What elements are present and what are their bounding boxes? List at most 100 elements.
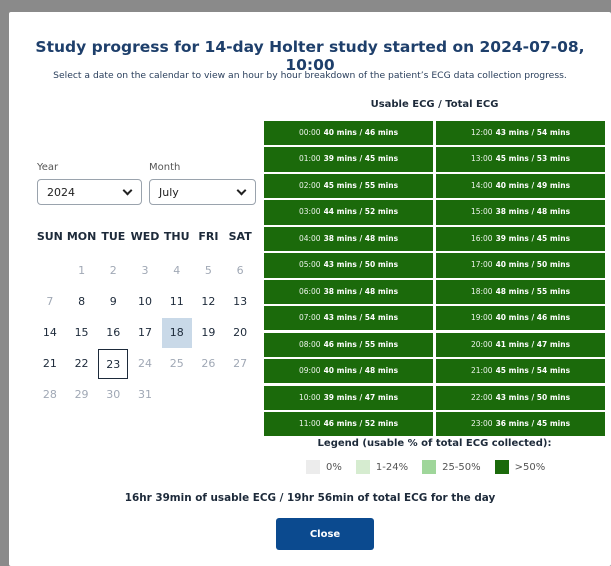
daily-summary: 16hr 39min of usable ECG / 19hr 56min of… [124,492,496,504]
hour-value: 39 mins / 45 mins [495,233,571,243]
chevron-down-icon [122,185,133,196]
weekday-label: FRI [198,230,219,243]
calendar-day[interactable]: 15 [67,318,97,348]
weekday-label: SAT [228,230,252,243]
hour-cell: 13:00 45 mins / 53 mins [436,147,605,172]
hourly-grid-title: Usable ECG / Total ECG [370,99,499,110]
hour-cell: 11:00 46 mins / 52 mins [264,412,433,437]
hour-label: 11:00 [298,419,321,429]
legend-swatch [355,460,370,474]
calendar-day: 27 [233,357,248,370]
hour-cell: 07:00 43 mins / 54 mins [264,306,433,331]
calendar-day: 29 [74,388,89,401]
hour-cell: 05:00 43 mins / 50 mins [264,253,433,278]
calendar-day[interactable]: 8 [67,287,97,317]
hour-value: 36 mins / 45 mins [495,419,571,429]
month-select[interactable]: July [149,179,256,205]
hour-value: 40 mins / 50 mins [495,260,571,270]
hour-value: 41 mins / 47 mins [495,339,571,349]
calendar-day: 31 [138,388,152,401]
hour-cell: 04:00 38 mins / 48 mins [264,226,433,252]
calendar-day[interactable]: 9 [98,287,128,317]
hour-value: 39 mins / 47 mins [323,392,399,402]
legend-swatch [494,460,509,474]
year-label: Year [37,162,59,173]
close-button[interactable]: Close [276,518,374,550]
calendar-day[interactable]: 19 [193,318,223,348]
weekday-label: THU [163,230,190,243]
hour-cell: 15:00 38 mins / 48 mins [436,200,605,225]
calendar-day: 5 [204,264,212,277]
hour-cell: 06:00 38 mins / 48 mins [264,279,433,304]
chevron-down-icon [236,185,247,196]
hour-label: 02:00 [298,180,321,190]
hour-value: 44 mins / 52 mins [323,207,399,217]
hour-value: 43 mins / 54 mins [495,128,571,137]
hour-value: 43 mins / 54 mins [323,313,399,323]
calendar-day: 30 [106,388,121,401]
calendar-day[interactable]: 20 [225,318,255,348]
calendar-day[interactable]: 21 [35,349,65,379]
calendar-day: 6 [236,264,244,277]
hour-label: 05:00 [298,260,321,270]
legend-swatch [422,460,437,474]
calendar-day[interactable]: 10 [130,287,160,317]
hour-cell: 17:00 40 mins / 50 mins [436,253,605,278]
calendar-day: 7 [46,295,54,308]
legend-label: >50% [514,461,546,473]
hour-label: 15:00 [470,207,493,217]
calendar-day[interactable]: 17 [130,318,160,348]
calendar-day: 4 [173,264,181,277]
hour-label: 23:00 [470,419,493,429]
hour-value: 38 mins / 48 mins [495,207,571,217]
legend-label: 0% [326,461,342,473]
hour-label: 17:00 [470,260,493,270]
legend-swatch [306,460,320,474]
hour-cell: 23:00 36 mins / 45 mins [436,412,605,437]
hour-label: 22:00 [470,392,493,402]
hour-cell: 22:00 43 mins / 50 mins [436,385,605,410]
modal-subtitle: Select a date on the calendar to view an… [53,70,567,81]
hour-value: 46 mins / 55 mins [323,339,399,349]
calendar-day: 24 [138,357,152,370]
weekday-header: SUN MON TUE WED THU FRI SAT [34,230,256,243]
hour-cell: 16:00 39 mins / 45 mins [436,226,605,252]
hour-label: 04:00 [298,233,321,243]
hour-cell: 10:00 39 mins / 47 mins [264,385,433,410]
calendar-day[interactable]: 14 [35,318,65,348]
hour-cell: 18:00 48 mins / 55 mins [436,279,605,304]
hour-label: 03:00 [298,207,321,217]
calendar-day[interactable]: 13 [225,287,255,317]
calendar-day[interactable]: 23 [98,349,129,379]
year-select[interactable]: 2024 [37,179,142,205]
hour-label: 16:00 [470,233,493,243]
year-select-value: 2024 [47,186,75,199]
hour-label: 00:00 [298,128,321,137]
hour-label: 10:00 [298,392,321,402]
hour-value: 39 mins / 45 mins [323,154,399,164]
hour-cell: 20:00 41 mins / 47 mins [436,332,605,357]
hour-value: 45 mins / 54 mins [495,366,571,376]
calendar-day[interactable]: 11 [162,287,192,317]
hour-label: 14:00 [470,180,493,190]
hourly-column-pm: 12:00 43 mins / 54 mins 13:00 45 mins / 53 … [436,121,605,439]
calendar-day: 28 [42,388,57,401]
hour-label: 01:00 [298,154,321,164]
hour-label: 13:00 [470,154,493,164]
hour-cell: 08:00 46 mins / 55 mins [264,332,433,357]
calendar-day[interactable]: 16 [98,318,128,348]
hour-value: 38 mins / 48 mins [323,233,399,243]
hour-value: 45 mins / 53 mins [495,154,571,164]
calendar-day: 2 [109,264,117,277]
hour-cell: 14:00 40 mins / 49 mins [436,173,605,199]
hour-value: 43 mins / 50 mins [495,392,571,402]
calendar-day[interactable]: 22 [67,349,97,379]
calendar-day[interactable]: 12 [193,287,223,317]
hour-cell: 19:00 40 mins / 46 mins [436,306,605,331]
hour-label: 19:00 [470,313,493,323]
modal-title: Study progress for 14-day Holter study s… [35,38,585,74]
hour-cell: 21:00 45 mins / 54 mins [436,359,605,384]
hour-label: 21:00 [470,366,493,376]
calendar-day[interactable]: 18 [161,318,192,348]
hour-label: 12:00 [470,128,493,137]
